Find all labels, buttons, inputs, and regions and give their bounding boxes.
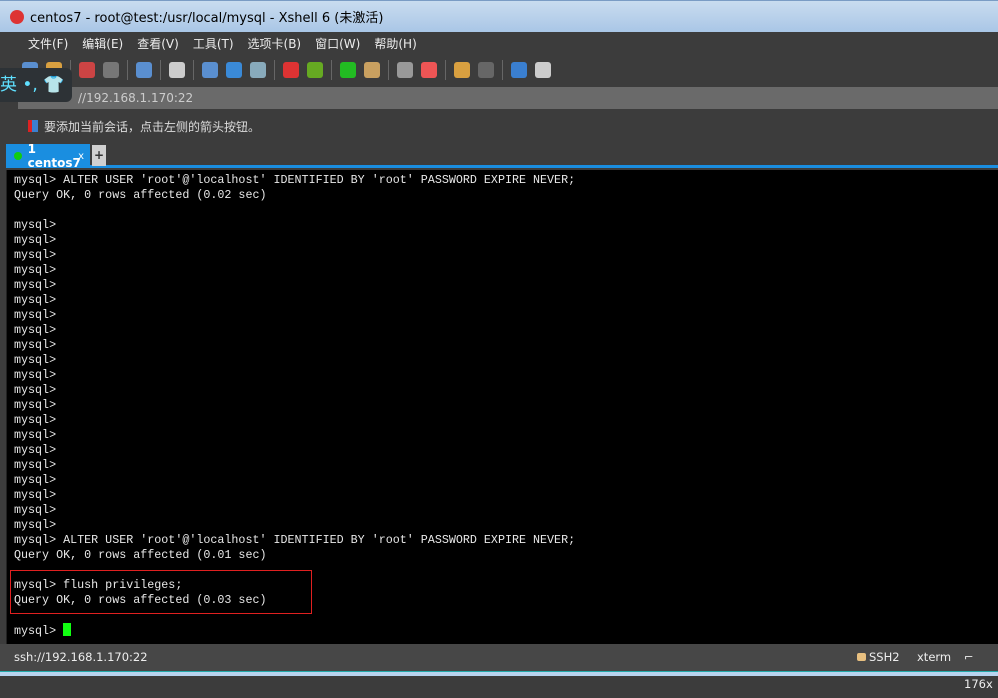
tab-bar: 1 centos7 x + <box>6 142 998 170</box>
menu-item[interactable]: 窗口(W) <box>315 35 360 52</box>
size-text: 176x <box>964 677 993 691</box>
address-bar[interactable]: //192.168.1.170:22 <box>18 87 998 109</box>
terminal-line: mysql> <box>14 353 57 367</box>
toolbar-separator <box>331 60 332 80</box>
hint-text: 要添加当前会话，点击左侧的箭头按钮。 <box>44 119 261 134</box>
ime-indicator: 英 •, 👕 <box>0 68 72 102</box>
toolbar-separator <box>445 60 446 80</box>
lock-icon <box>857 653 866 661</box>
protocol-text: SSH2 <box>869 650 900 664</box>
status-address: ssh://192.168.1.170:22 <box>14 650 148 664</box>
fullscreen-icon[interactable] <box>340 62 356 78</box>
toolbar <box>12 56 998 84</box>
terminal-line: mysql> <box>14 473 57 487</box>
menu-item[interactable]: 文件(F) <box>28 35 68 52</box>
terminal-line: mysql> <box>14 248 57 262</box>
tab-centos7[interactable]: 1 centos7 x <box>6 142 90 170</box>
find-icon[interactable] <box>169 62 185 78</box>
menu-item[interactable]: 选项卡(B) <box>248 35 302 52</box>
menu-item[interactable]: 编辑(E) <box>82 35 123 52</box>
help-icon[interactable] <box>511 62 527 78</box>
terminal-line: mysql> <box>14 503 57 517</box>
status-bar: ssh://192.168.1.170:22 SSH2 xterm ⌐ 176x <box>0 644 998 691</box>
menu-item[interactable]: 查看(V) <box>137 35 179 52</box>
toolbar-separator <box>502 60 503 80</box>
highlight-icon[interactable] <box>421 62 437 78</box>
terminal-line: mysql> <box>14 323 57 337</box>
toolbar-separator <box>127 60 128 80</box>
toolbar-separator <box>388 60 389 80</box>
toolbar-separator <box>193 60 194 80</box>
terminal-line: Query OK, 0 rows affected (0.01 sec) <box>14 548 267 562</box>
terminal-prompt-line: mysql> <box>14 623 575 639</box>
menu-item[interactable]: 帮助(H) <box>374 35 416 52</box>
terminal-line: mysql> <box>14 368 57 382</box>
terminal-line: mysql> <box>14 233 57 247</box>
terminal-line: mysql> <box>14 308 57 322</box>
xftp-icon[interactable] <box>307 62 323 78</box>
xshell-logo-icon <box>10 9 24 24</box>
toolbar-separator <box>160 60 161 80</box>
terminal-line: mysql> <box>14 278 57 292</box>
terminal-line: mysql> ALTER USER 'root'@'localhost' IDE… <box>14 173 576 187</box>
chat-icon[interactable] <box>535 62 551 78</box>
terminal-line: mysql> <box>14 218 57 232</box>
terminal-line: Query OK, 0 rows affected (0.02 sec) <box>14 188 267 202</box>
status-terminal-type: xterm <box>917 650 952 664</box>
session-hint: 要添加当前会话，点击左侧的箭头按钮。 <box>18 114 260 138</box>
window-title: centos7 - root@test:/usr/local/mysql - X… <box>30 11 384 26</box>
folder-add-icon[interactable] <box>454 62 470 78</box>
terminal-line: mysql> <box>14 338 57 352</box>
terminal-line: mysql> <box>14 458 57 472</box>
terminal-line: mysql> <box>14 383 57 397</box>
highlight-box <box>10 570 312 614</box>
terminal-line: mysql> <box>14 443 57 457</box>
menu-bar: 文件(F) 编辑(E) 查看(V) 工具(T) 选项卡(B) 窗口(W) 帮助(H) <box>12 32 998 54</box>
new-window-icon[interactable] <box>136 62 152 78</box>
terminal-line: mysql> <box>14 293 57 307</box>
keyboard-icon[interactable] <box>397 62 413 78</box>
terminal-line: mysql> <box>14 413 57 427</box>
layout-icon[interactable] <box>478 62 494 78</box>
toolbar-separator <box>274 60 275 80</box>
prompt: mysql> <box>14 624 64 638</box>
title-bar: centos7 - root@test:/usr/local/mysql - X… <box>0 0 998 32</box>
terminal-line: mysql> <box>14 398 57 412</box>
status-protocol: SSH2 <box>857 644 900 671</box>
terminal-line: mysql> ALTER USER 'root'@'localhost' IDE… <box>14 533 576 547</box>
xshell-icon[interactable] <box>283 62 299 78</box>
cursor <box>63 623 72 636</box>
window-border <box>0 671 998 676</box>
close-tab-icon[interactable]: x <box>78 151 84 162</box>
terminal-line: mysql> <box>14 518 57 532</box>
globe-icon[interactable] <box>226 62 242 78</box>
add-tab-button[interactable]: + <box>92 145 106 166</box>
terminal-line: mysql> <box>14 263 57 277</box>
reconnect-icon[interactable] <box>103 62 119 78</box>
terminal[interactable]: mysql> ALTER USER 'root'@'localhost' IDE… <box>6 170 998 644</box>
menu-item[interactable]: 工具(T) <box>193 35 234 52</box>
color-scheme-icon[interactable] <box>202 62 218 78</box>
font-icon[interactable] <box>250 62 266 78</box>
arrow-icon[interactable] <box>28 120 38 132</box>
disconnect-icon[interactable] <box>79 62 95 78</box>
connected-status-icon <box>14 152 22 160</box>
terminal-line: mysql> <box>14 488 57 502</box>
lock-icon[interactable] <box>364 62 380 78</box>
terminal-line: mysql> <box>14 428 57 442</box>
